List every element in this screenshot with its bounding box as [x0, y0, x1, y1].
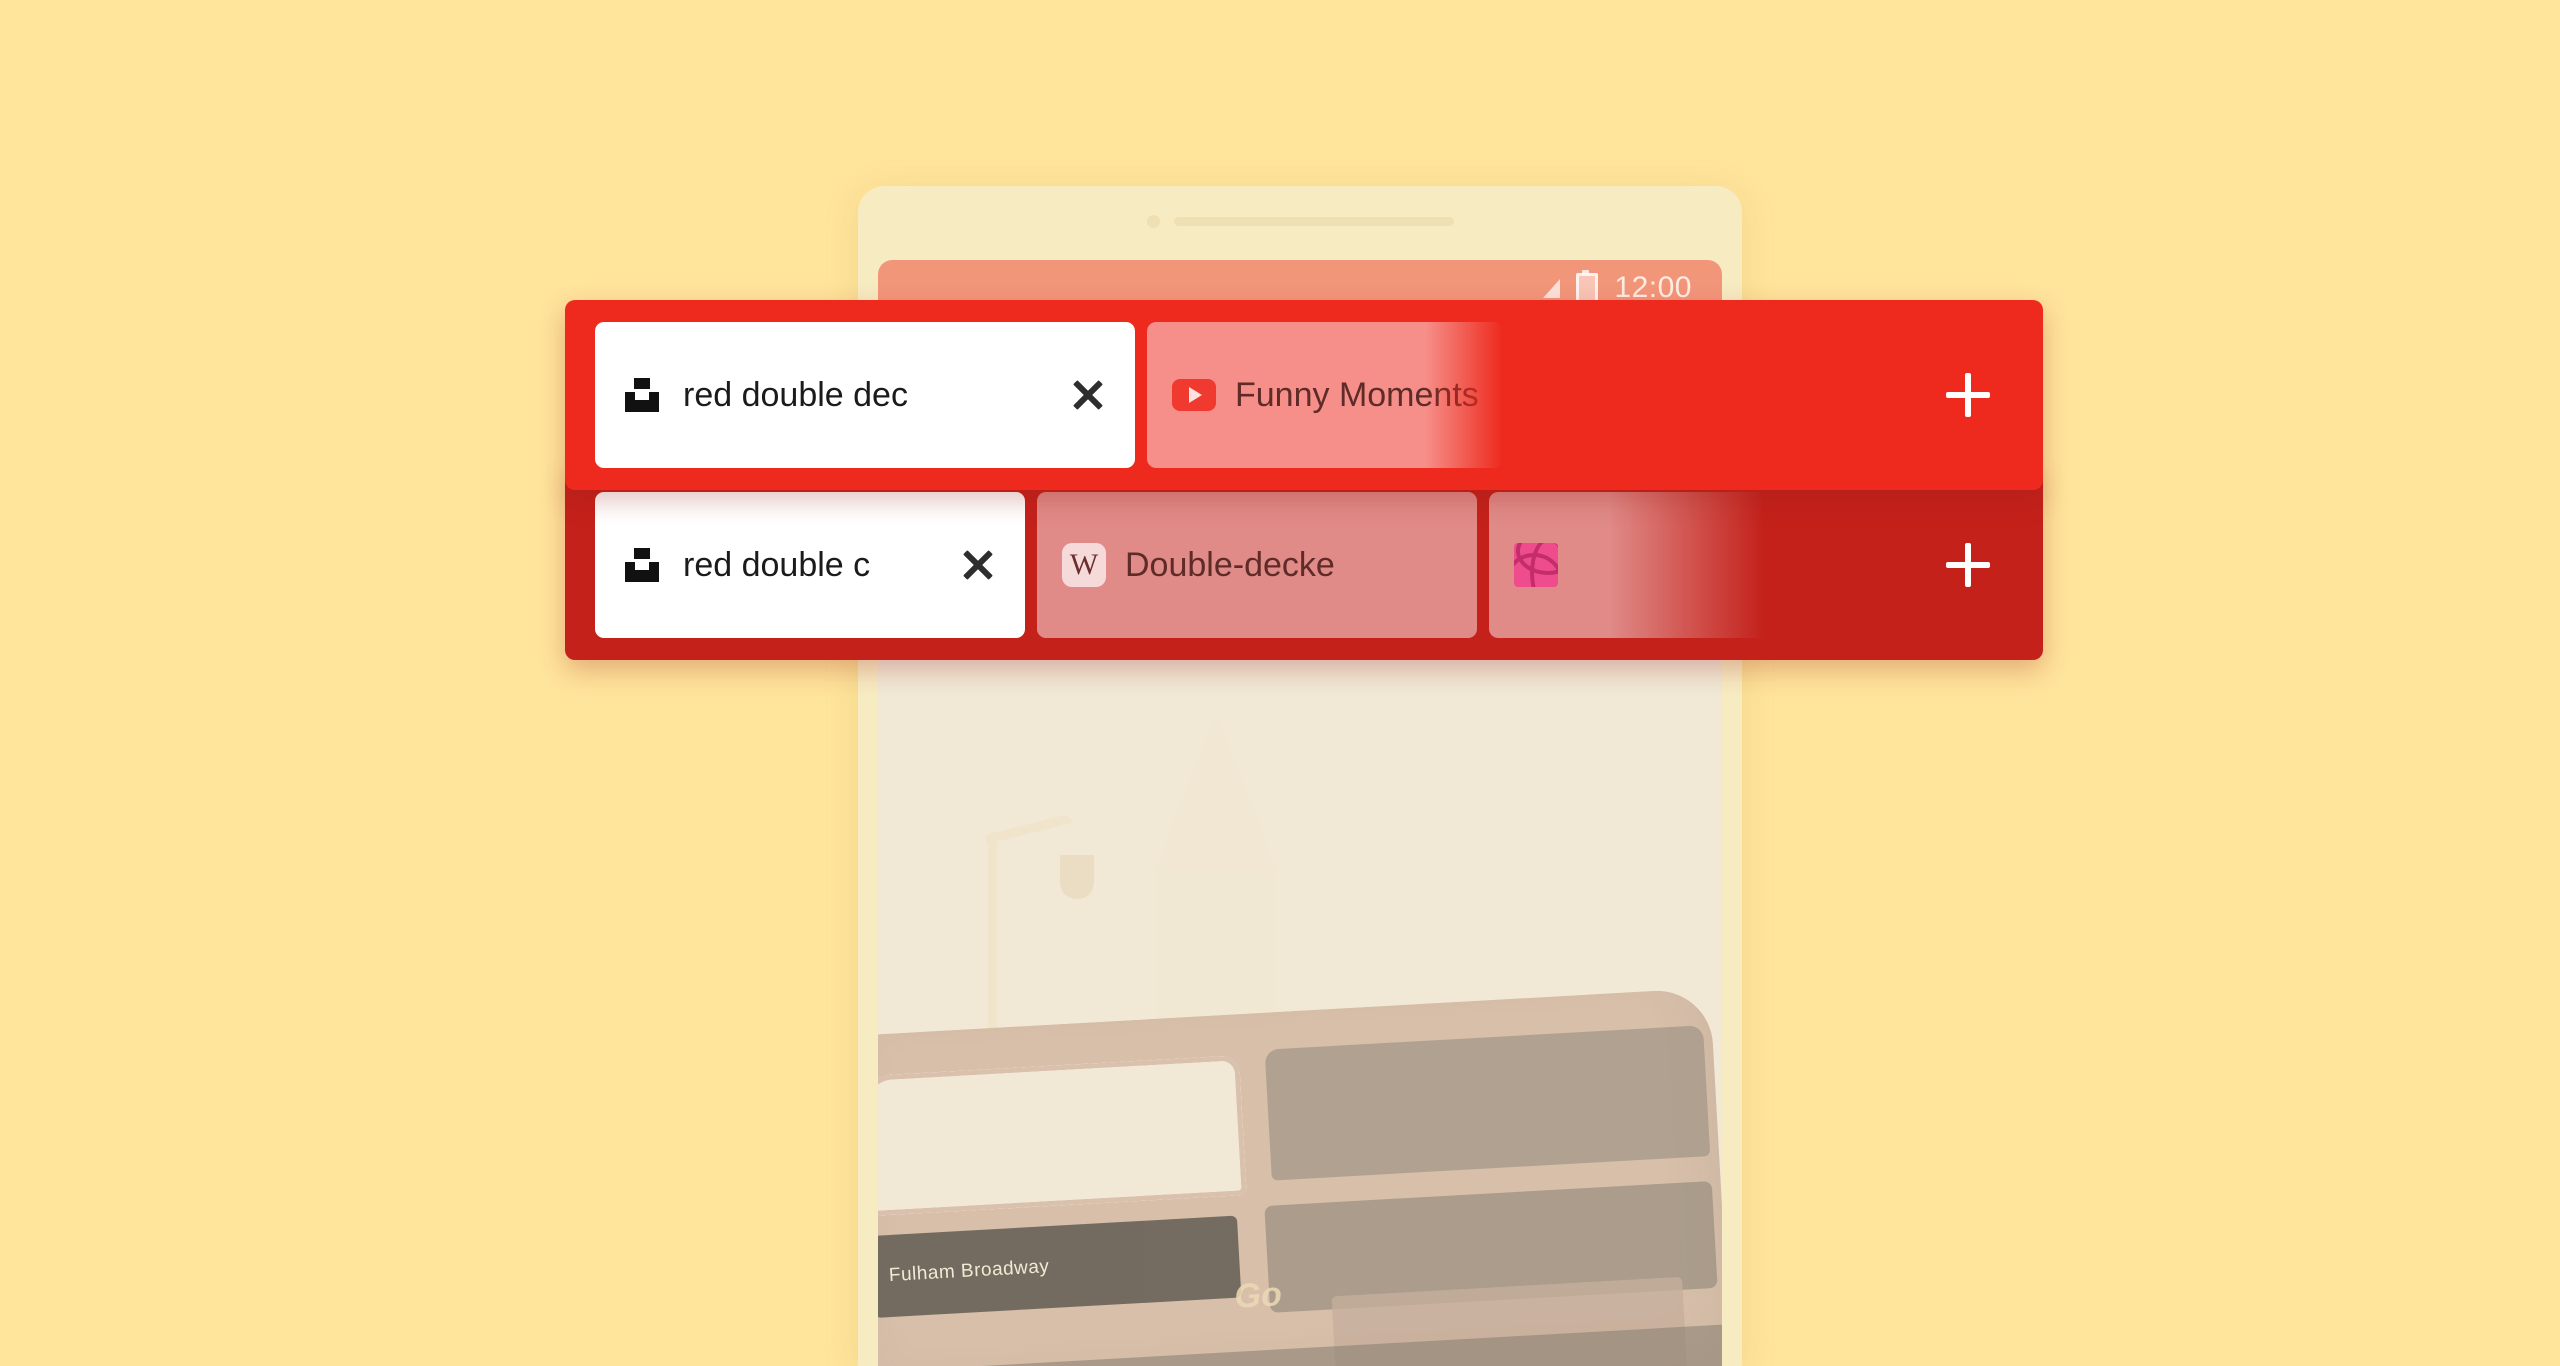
tab-title: Funny Moments	[1235, 375, 1479, 414]
battery-icon	[1576, 270, 1599, 303]
signal-bars-icon	[1543, 278, 1561, 298]
new-tab-button-primary[interactable]	[1893, 300, 2043, 490]
tab-bar-primary: red double dec Funny Moments	[565, 300, 2043, 490]
earpiece-speaker	[1173, 216, 1454, 226]
tab-funny-moments-youtube[interactable]: Funny Moments	[1147, 322, 1503, 468]
tab-dribbble[interactable]	[1489, 492, 1789, 638]
tab-bar-secondary: red double c W Double-decke	[565, 470, 2043, 660]
plus-icon	[1946, 373, 1990, 417]
phone-bezel	[858, 186, 1742, 256]
unsplash-icon	[619, 542, 665, 588]
close-icon[interactable]	[955, 542, 1001, 588]
tab-red-double-decker-bottom[interactable]: red double c	[595, 492, 1025, 638]
tab-list-secondary: red double c W Double-decke	[595, 492, 1893, 638]
close-icon[interactable]	[1065, 372, 1111, 418]
photo-bus: Fulham Broadway Go	[878, 987, 1722, 1366]
dribbble-icon	[1513, 542, 1559, 588]
new-tab-button-secondary[interactable]	[1893, 470, 2043, 660]
front-camera-icon	[1146, 214, 1160, 228]
plus-icon	[1946, 543, 1990, 587]
tab-title: Double-decke	[1125, 545, 1335, 584]
unsplash-icon	[619, 372, 665, 418]
bus-destination-sign: Fulham Broadway	[878, 1215, 1243, 1319]
tab-title: red double c	[683, 545, 871, 584]
wikipedia-icon: W	[1061, 542, 1107, 588]
tab-list-primary: red double dec Funny Moments	[595, 322, 1893, 468]
tab-title: red double dec	[683, 375, 908, 414]
photo-double-decker-bus[interactable]: Fulham Broadway Go	[878, 658, 1722, 1366]
bus-operator-logo: Go	[1233, 1275, 1284, 1316]
tab-red-double-decker-top[interactable]: red double dec	[595, 322, 1135, 468]
youtube-icon	[1171, 372, 1217, 418]
tab-double-decker-wikipedia[interactable]: W Double-decke	[1037, 492, 1477, 638]
